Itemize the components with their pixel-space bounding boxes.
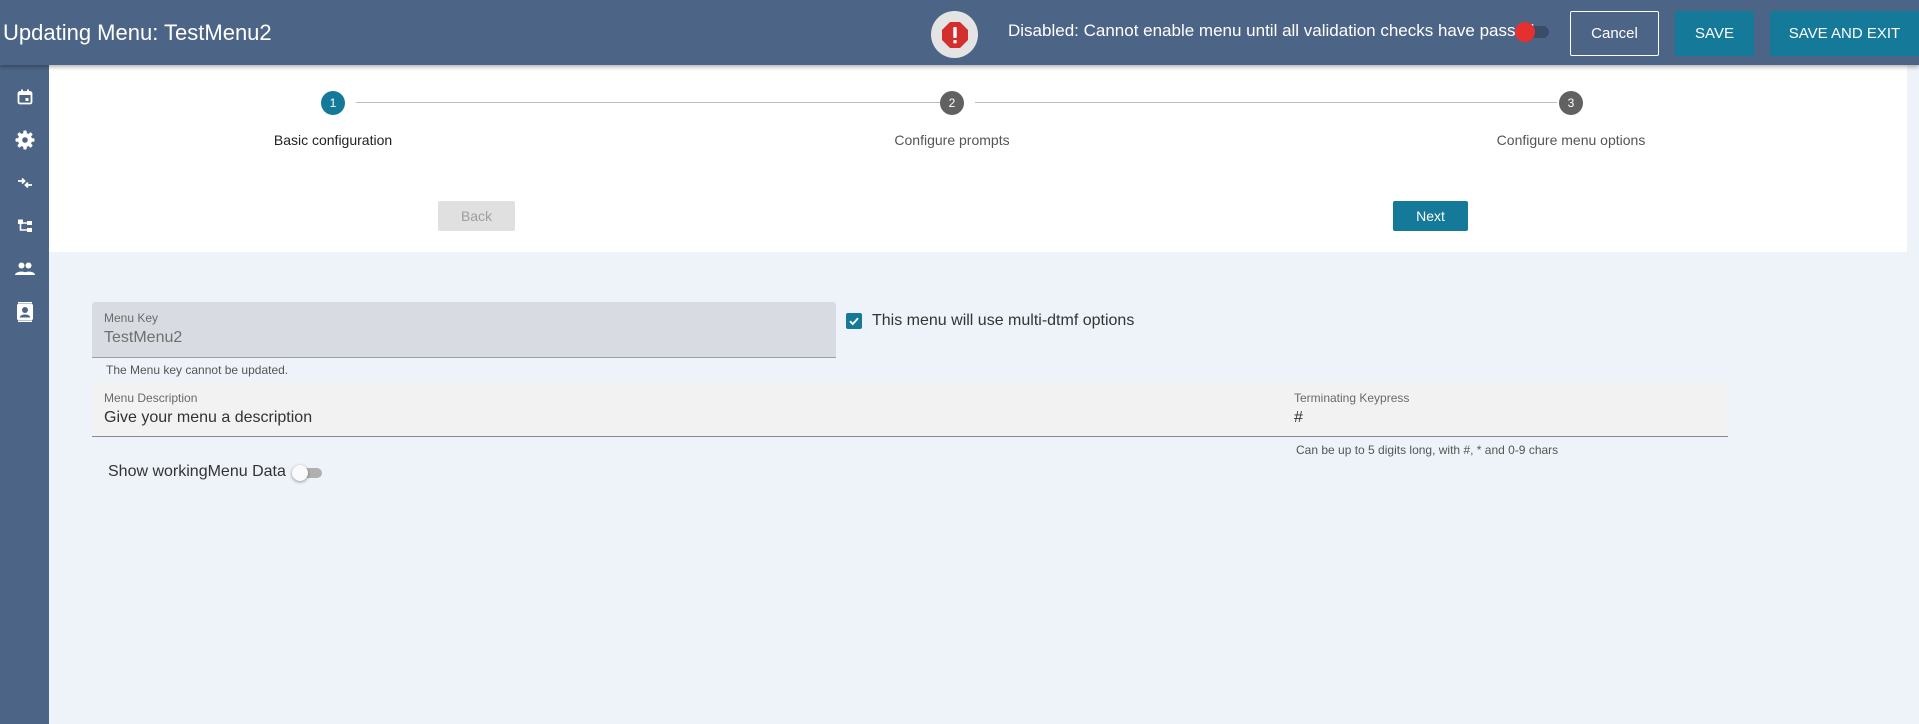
menu-key-field[interactable]: Menu Key TestMenu2 (92, 302, 836, 358)
step-3-label[interactable]: Configure menu options (1497, 132, 1646, 148)
terminating-keypress-label: Terminating Keypress (1294, 391, 1410, 405)
next-button[interactable]: Next (1393, 201, 1468, 231)
cancel-button[interactable]: Cancel (1570, 11, 1659, 56)
contact-card-icon[interactable] (14, 301, 36, 323)
step-1-label[interactable]: Basic configuration (274, 132, 392, 148)
page-title: Updating Menu: TestMenu2 (3, 20, 272, 45)
menu-description-field[interactable]: Menu Description Give your menu a descri… (92, 382, 1728, 437)
people-icon[interactable] (14, 258, 36, 280)
alert-octagon-icon (931, 11, 978, 58)
multi-dtmf-label[interactable]: This menu will use multi-dtmf options (872, 312, 1134, 330)
terminating-keypress-helper: Can be up to 5 digits long, with #, * an… (1296, 443, 1559, 457)
save-and-exit-button[interactable]: SAVE AND EXIT (1770, 11, 1919, 56)
checkmark-icon (849, 317, 859, 326)
menu-key-value: TestMenu2 (104, 329, 183, 346)
toggle-thumb (292, 465, 308, 481)
step-connector (356, 102, 941, 103)
step-connector (975, 102, 1557, 103)
gear-icon[interactable] (14, 129, 36, 151)
merge-arrows-icon[interactable] (14, 172, 36, 194)
menu-description-label: Menu Description (104, 391, 198, 405)
menu-key-helper: The Menu key cannot be updated. (106, 363, 289, 377)
save-button[interactable]: SAVE (1675, 11, 1754, 56)
show-working-data-toggle[interactable] (292, 465, 324, 481)
step-2-label[interactable]: Configure prompts (894, 132, 1009, 148)
terminating-keypress-input[interactable]: # (1294, 409, 1303, 427)
back-button[interactable]: Back (438, 201, 515, 231)
top-header: Updating Menu: TestMenu2 Disabled: Canno… (0, 0, 1919, 65)
step-1-circle[interactable]: 1 (321, 91, 345, 115)
calendar-icon[interactable] (14, 86, 36, 108)
disabled-message: Disabled: Cannot enable menu until all v… (1008, 21, 1535, 40)
enable-menu-toggle[interactable] (1515, 22, 1551, 42)
multi-dtmf-checkbox[interactable] (846, 313, 862, 329)
sidebar (0, 65, 49, 724)
menu-description-input[interactable]: Give your menu a description (104, 409, 312, 427)
toggle-thumb (1515, 22, 1535, 42)
tree-structure-icon[interactable] (14, 215, 36, 237)
show-working-data-label: Show workingMenu Data (108, 463, 286, 480)
menu-key-label: Menu Key (104, 311, 159, 325)
step-2-circle[interactable]: 2 (940, 91, 964, 115)
step-3-circle[interactable]: 3 (1559, 91, 1583, 115)
